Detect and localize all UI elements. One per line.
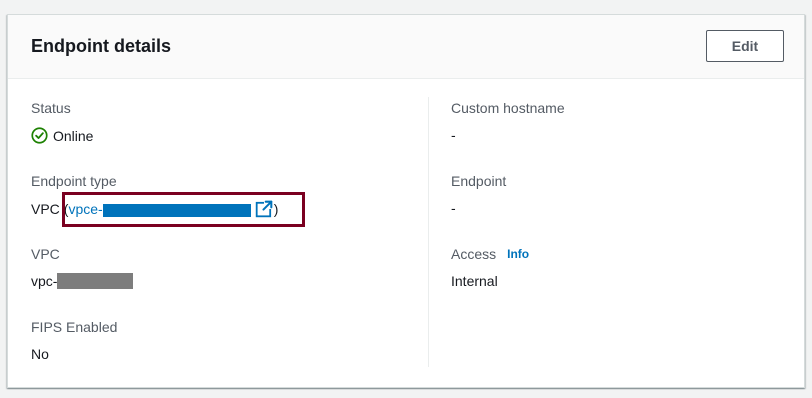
access-value: Internal bbox=[451, 273, 498, 289]
redacted-vpc-id bbox=[57, 273, 134, 289]
check-circle-icon bbox=[31, 127, 48, 144]
endpoint-value: - bbox=[451, 200, 456, 216]
fips-value: No bbox=[31, 346, 49, 362]
endpoint-label: Endpoint bbox=[451, 173, 507, 189]
status-text: Online bbox=[53, 127, 94, 144]
custom-hostname-value: - bbox=[451, 127, 456, 143]
panel-header: Endpoint details Edit bbox=[8, 15, 804, 79]
vpc-label: VPC bbox=[31, 246, 60, 262]
panel-title: Endpoint details bbox=[31, 36, 172, 56]
fips-label: FIPS Enabled bbox=[31, 319, 118, 335]
status-value: Online bbox=[31, 127, 93, 144]
endpoint-type-label: Endpoint type bbox=[31, 173, 117, 189]
vpc-id-text: vpc- bbox=[31, 273, 58, 289]
vpc-value: vpc- bbox=[31, 273, 134, 289]
access-label-row: Access Info bbox=[451, 246, 529, 262]
status-label: Status bbox=[31, 100, 71, 116]
edit-button[interactable]: Edit bbox=[706, 30, 784, 62]
column-divider bbox=[428, 97, 429, 367]
annotation-highlight-box bbox=[62, 192, 305, 227]
access-info-link[interactable]: Info bbox=[507, 247, 529, 261]
endpoint-type-prefix: VPC bbox=[31, 201, 60, 217]
custom-hostname-label: Custom hostname bbox=[451, 100, 565, 116]
access-label: Access bbox=[451, 246, 497, 262]
